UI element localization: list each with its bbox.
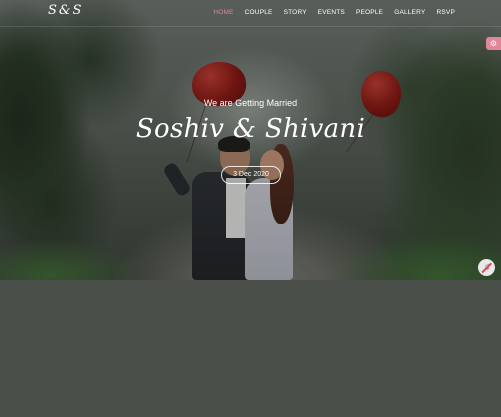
music-toggle-button[interactable]: ♫ bbox=[478, 259, 495, 276]
gear-icon: ⚙ bbox=[489, 39, 498, 48]
nav-item-events[interactable]: EVENTS bbox=[318, 9, 345, 16]
site-logo[interactable]: S&S bbox=[48, 3, 83, 18]
below-fold-section bbox=[0, 280, 501, 417]
settings-panel-toggle[interactable]: ⚙ bbox=[486, 37, 501, 50]
hero-subtitle: We are Getting Married bbox=[203, 98, 298, 108]
nav-item-rsvp[interactable]: RSVP bbox=[436, 9, 455, 16]
nav-item-gallery[interactable]: GALLERY bbox=[394, 9, 425, 16]
nav-item-home[interactable]: HOME bbox=[213, 9, 233, 16]
nav-item-story[interactable]: STORY bbox=[284, 9, 307, 16]
main-nav: HOME COUPLE STORY EVENTS PEOPLE GALLERY … bbox=[202, 9, 455, 16]
top-navbar: S&S HOME COUPLE STORY EVENTS PEOPLE GALL… bbox=[0, 0, 501, 27]
wedding-date-badge: 3 Dec 2020 bbox=[221, 166, 281, 184]
hero-section: We are Getting Married Soshiv & Shivani … bbox=[0, 0, 501, 280]
nav-item-people[interactable]: PEOPLE bbox=[356, 9, 383, 16]
nav-item-couple[interactable]: COUPLE bbox=[245, 9, 273, 16]
page: We are Getting Married Soshiv & Shivani … bbox=[0, 0, 501, 417]
hero-couple-names: Soshiv & Shivani bbox=[135, 114, 366, 144]
